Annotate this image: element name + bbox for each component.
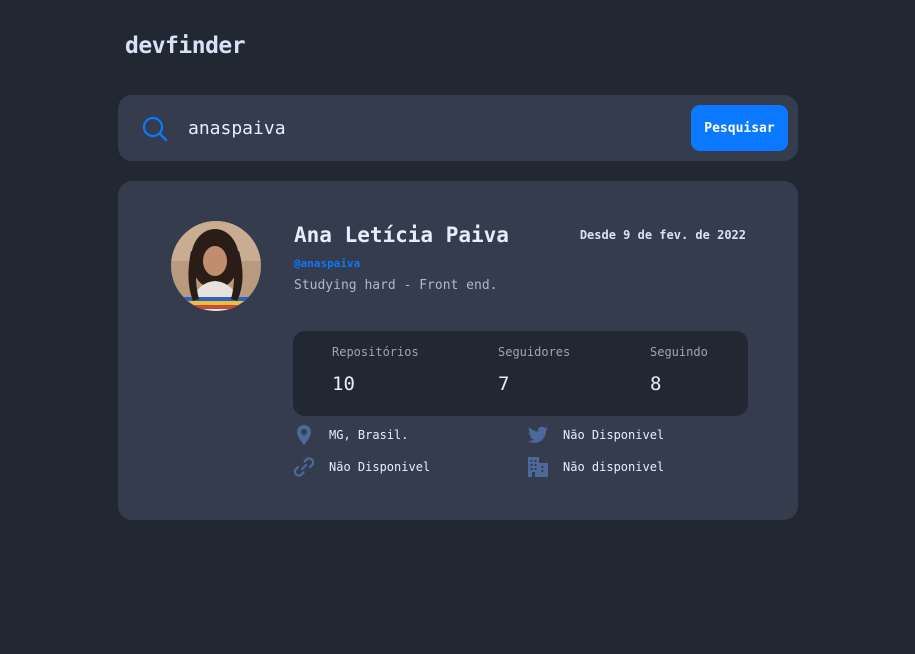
profile-card: Ana Letícia Paiva Desde 9 de fev. de 202…	[118, 181, 798, 520]
search-input[interactable]	[188, 113, 668, 143]
app-logo: devfinder	[125, 33, 246, 59]
location-text: MG, Brasil.	[329, 428, 409, 442]
search-button[interactable]: Pesquisar	[691, 105, 788, 151]
blog-text: Não Disponivel	[329, 460, 431, 474]
location-pin-icon	[297, 425, 311, 445]
company-item: Não disponivel	[527, 456, 664, 478]
profile-name: Ana Letícia Paiva	[294, 223, 509, 247]
profile-login-link[interactable]: @anaspaiva	[294, 257, 360, 270]
stat-label: Repositórios	[332, 345, 419, 359]
stat-followers: Seguidores 7	[498, 345, 570, 395]
link-icon	[293, 457, 315, 477]
stat-value: 8	[650, 373, 662, 395]
profile-bio: Studying hard - Front end.	[294, 278, 498, 293]
search-icon	[142, 116, 168, 142]
stat-repos: Repositórios 10	[332, 345, 419, 395]
search-bar: Pesquisar	[118, 95, 798, 161]
twitter-text: Não Disponivel	[563, 428, 665, 442]
stat-label: Seguidores	[498, 345, 571, 359]
stats-panel: Repositórios 10 Seguidores 7 Seguindo 8	[293, 331, 748, 416]
avatar-image	[171, 221, 261, 311]
stat-value: 10	[332, 373, 355, 395]
stat-value: 7	[498, 373, 510, 395]
stat-label: Seguindo	[650, 345, 708, 359]
twitter-item: Não Disponivel	[527, 424, 664, 446]
blog-item: Não Disponivel	[293, 456, 430, 478]
location-item: MG, Brasil.	[293, 424, 408, 446]
joined-date: Desde 9 de fev. de 2022	[579, 228, 746, 242]
building-icon	[528, 457, 548, 477]
avatar	[171, 221, 261, 311]
stat-following: Seguindo 8	[650, 345, 708, 395]
company-text: Não disponivel	[563, 460, 665, 474]
twitter-icon	[528, 426, 548, 443]
